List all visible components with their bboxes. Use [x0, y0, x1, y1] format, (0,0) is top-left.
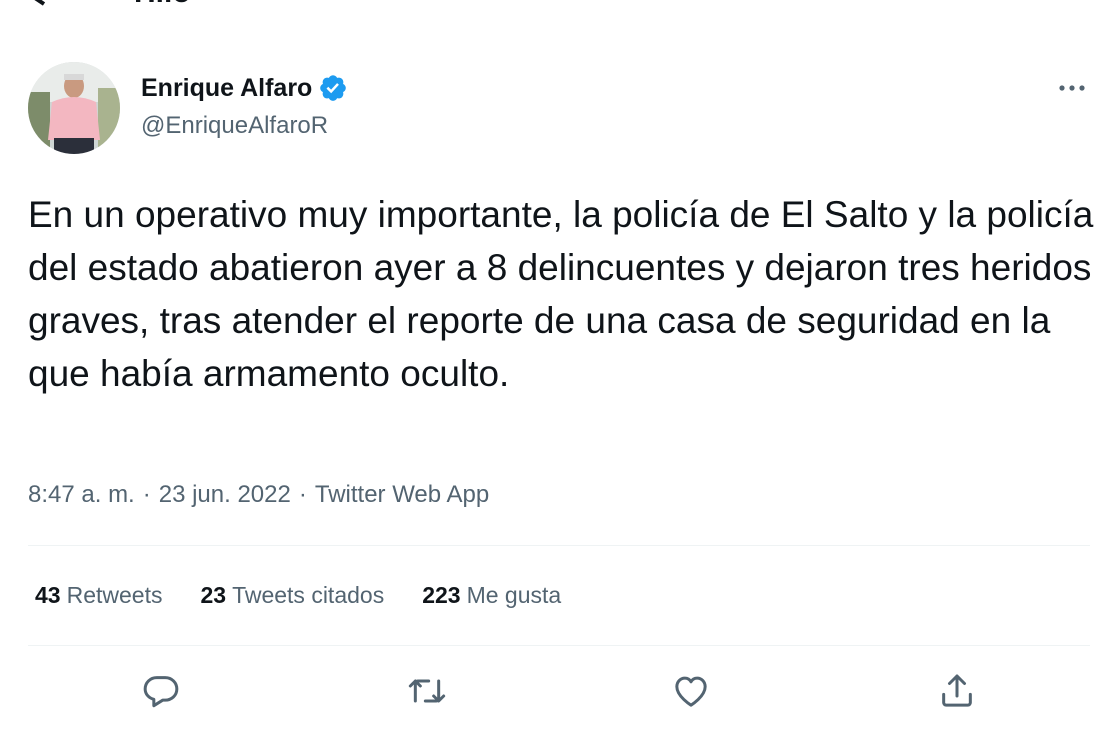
- back-arrow-icon[interactable]: [30, 0, 90, 6]
- share-button[interactable]: [934, 668, 980, 714]
- author-name-row[interactable]: Enrique Alfaro: [141, 72, 348, 104]
- likes-count: 223: [422, 582, 461, 608]
- retweets-stat[interactable]: 43 Retweets: [35, 578, 162, 612]
- divider: [28, 545, 1090, 546]
- tweet-text: En un operativo muy importante, la polic…: [28, 194, 1094, 394]
- retweets-label: Retweets: [66, 582, 163, 608]
- likes-label: Me gusta: [466, 582, 562, 608]
- like-button[interactable]: [668, 668, 714, 714]
- tweet-actions: [0, 668, 1120, 714]
- tweet-date[interactable]: 23 jun. 2022: [159, 478, 291, 512]
- retweet-button[interactable]: [404, 668, 450, 714]
- quotes-count: 23: [200, 582, 227, 608]
- likes-stat[interactable]: 223 Me gusta: [422, 578, 561, 612]
- tweet-meta: 8:47 a. m. · 23 jun. 2022 · Twitter Web …: [28, 478, 489, 512]
- more-icon[interactable]: [1056, 74, 1088, 102]
- quotes-label: Tweets citados: [232, 582, 385, 608]
- tweet-source[interactable]: Twitter Web App: [315, 478, 489, 512]
- like-icon: [675, 676, 707, 707]
- meta-separator: ·: [298, 481, 307, 508]
- top-bar: Hilo: [0, 0, 1120, 12]
- page-title: Hilo: [134, 0, 191, 8]
- divider: [28, 645, 1090, 646]
- author-name[interactable]: Enrique Alfaro: [141, 72, 312, 104]
- tweet-stats: 43 Retweets 23 Tweets citados 223 Me gusta: [35, 578, 599, 612]
- tweet-time[interactable]: 8:47 a. m.: [28, 478, 135, 512]
- verified-badge-icon: [320, 75, 347, 101]
- share-icon: [942, 674, 972, 707]
- reply-icon: [143, 676, 179, 708]
- avatar-photo: [28, 62, 120, 154]
- author-handle[interactable]: @EnriqueAlfaroR: [141, 110, 328, 142]
- retweet-icon: [408, 679, 446, 703]
- avatar[interactable]: [28, 62, 120, 154]
- reply-button[interactable]: [138, 668, 184, 714]
- retweets-count: 43: [35, 582, 61, 608]
- quotes-stat[interactable]: 23 Tweets citados: [200, 578, 384, 612]
- meta-separator: ·: [142, 481, 151, 508]
